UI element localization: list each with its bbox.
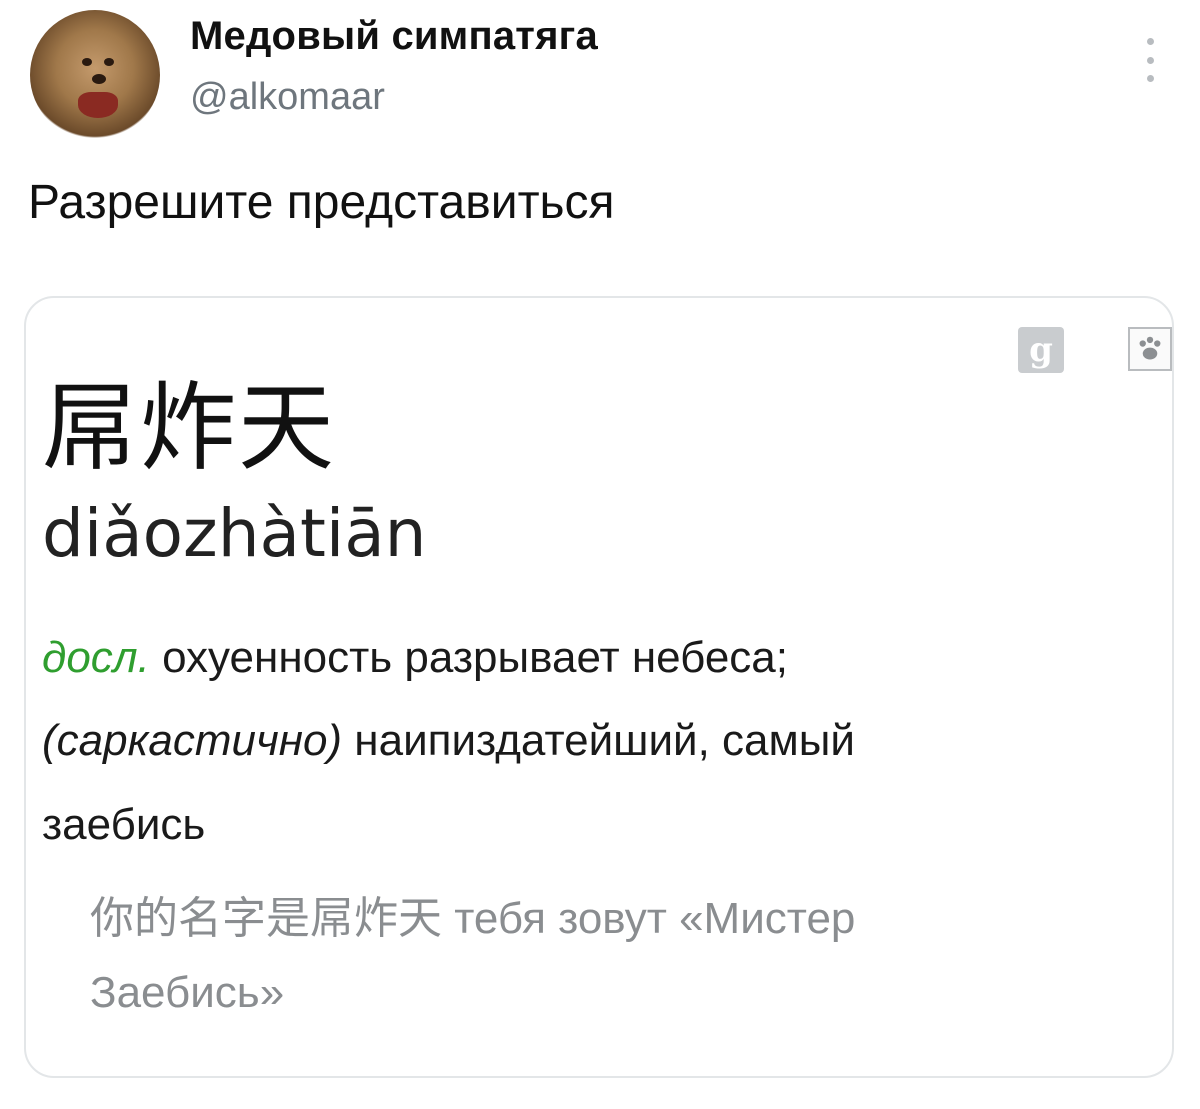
avatar-nose bbox=[92, 74, 106, 84]
definition-text: наипиздатейший, самый bbox=[342, 716, 855, 765]
display-name[interactable]: Медовый симпатяга bbox=[190, 14, 598, 59]
definition-line: досл. охуенность разрывает небеса; bbox=[42, 633, 1142, 683]
user-handle[interactable]: @alkomaar bbox=[190, 76, 385, 119]
google-icon: g bbox=[1018, 327, 1064, 373]
definition-text: охуенность разрывает небеса; bbox=[149, 633, 788, 682]
more-options-icon[interactable] bbox=[1140, 38, 1160, 82]
avatar[interactable] bbox=[30, 10, 160, 140]
more-dot bbox=[1146, 56, 1154, 64]
usage-note: (саркастично) bbox=[42, 716, 343, 765]
example-chinese: 你的名字是屌炸天 bbox=[90, 893, 442, 944]
example-translation: тебя зовут «Мистер bbox=[442, 894, 856, 943]
avatar-mouth bbox=[78, 92, 118, 118]
example-translation-continued: Заебись» bbox=[90, 968, 285, 1017]
literal-tag: досл. bbox=[42, 633, 150, 682]
tweet-text: Разрешите представиться bbox=[28, 176, 615, 229]
definition-line: заебись bbox=[42, 800, 206, 849]
paw-icon bbox=[1128, 327, 1172, 371]
pinyin: diǎozhàtiān bbox=[42, 495, 427, 572]
avatar-eye bbox=[104, 58, 114, 66]
more-dot bbox=[1146, 75, 1154, 82]
avatar-eye bbox=[82, 58, 92, 66]
definition-line: (саркастично) наипиздатейший, самый bbox=[42, 716, 1142, 766]
example-line: 你的名字是屌炸天 тебя зовут «Мистер bbox=[90, 882, 1150, 946]
more-dot bbox=[1146, 38, 1154, 45]
headword: 屌炸天 bbox=[42, 372, 336, 484]
